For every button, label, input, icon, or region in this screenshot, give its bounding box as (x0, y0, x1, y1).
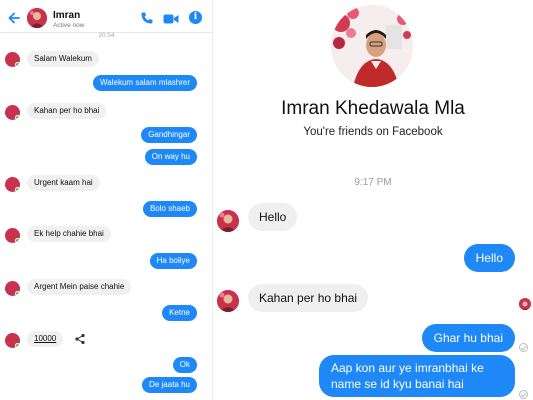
sender-avatar (217, 210, 239, 232)
profile-photo (331, 5, 413, 87)
video-icon[interactable] (163, 12, 179, 24)
profile-name: Imran Khedawala Mla (281, 98, 465, 119)
message-outgoing: De jaata hu (142, 377, 197, 393)
info-icon[interactable]: i (189, 11, 202, 24)
phone-icon[interactable] (140, 11, 154, 25)
sender-avatar (5, 52, 20, 67)
check-icon (519, 343, 528, 352)
contact-name: Imran (53, 10, 81, 21)
sender-avatar (5, 177, 20, 192)
contact-status: Active now (53, 22, 85, 29)
chat-header: Imran Active now i (0, 5, 212, 33)
message-incoming: Ek help chahie bhai (27, 226, 111, 242)
message-outgoing: Ghar hu bhai (421, 324, 515, 352)
message-outgoing: Ha boliye (149, 253, 197, 269)
message-outgoing: Gandhingar (141, 127, 197, 143)
message-outgoing: Ok (172, 357, 197, 373)
chat-timestamp: 9:17 PM (354, 177, 392, 188)
sender-avatar (5, 333, 20, 348)
check-icon (519, 390, 528, 399)
message-outgoing: Aap kon aur ye imranbhai ke name se id k… (319, 355, 515, 397)
friends-status: You're friends on Facebook (303, 126, 443, 138)
message-outgoing: On way hu (144, 149, 197, 165)
message-outgoing: Bolo shaeb (142, 201, 197, 217)
contact-avatar[interactable] (27, 8, 47, 28)
sender-avatar (217, 290, 239, 312)
sender-avatar (5, 228, 20, 243)
chat-timestamp: 20:54 (98, 32, 115, 39)
message-incoming: Kahan per ho bhai (248, 284, 369, 312)
sender-avatar (5, 281, 20, 296)
message-incoming: Kahan per ho bhai (27, 103, 107, 119)
seen-avatar (519, 298, 531, 310)
message-incoming: Argent Mein paise chahie (27, 279, 132, 295)
screenshot-composite: Imran Active now i 20:54 Salam Walekum W… (0, 0, 533, 400)
message-incoming: Urgent kaam hai (27, 175, 100, 191)
message-incoming: Hello (248, 203, 298, 231)
sender-avatar (5, 105, 20, 120)
message-incoming: Salam Walekum (27, 51, 99, 67)
message-incoming-link[interactable]: 10000 (27, 331, 64, 347)
message-outgoing: Walekum salam mlashrer (93, 75, 197, 91)
back-arrow-icon[interactable] (7, 11, 21, 25)
message-outgoing: Hello (463, 244, 515, 272)
left-chat-screenshot: Imran Active now i 20:54 Salam Walekum W… (0, 0, 213, 400)
right-chat-screenshot: Imran Khedawala Mla You're friends on Fa… (213, 0, 533, 400)
message-outgoing: Ketne (162, 305, 197, 321)
share-icon[interactable] (74, 332, 86, 345)
